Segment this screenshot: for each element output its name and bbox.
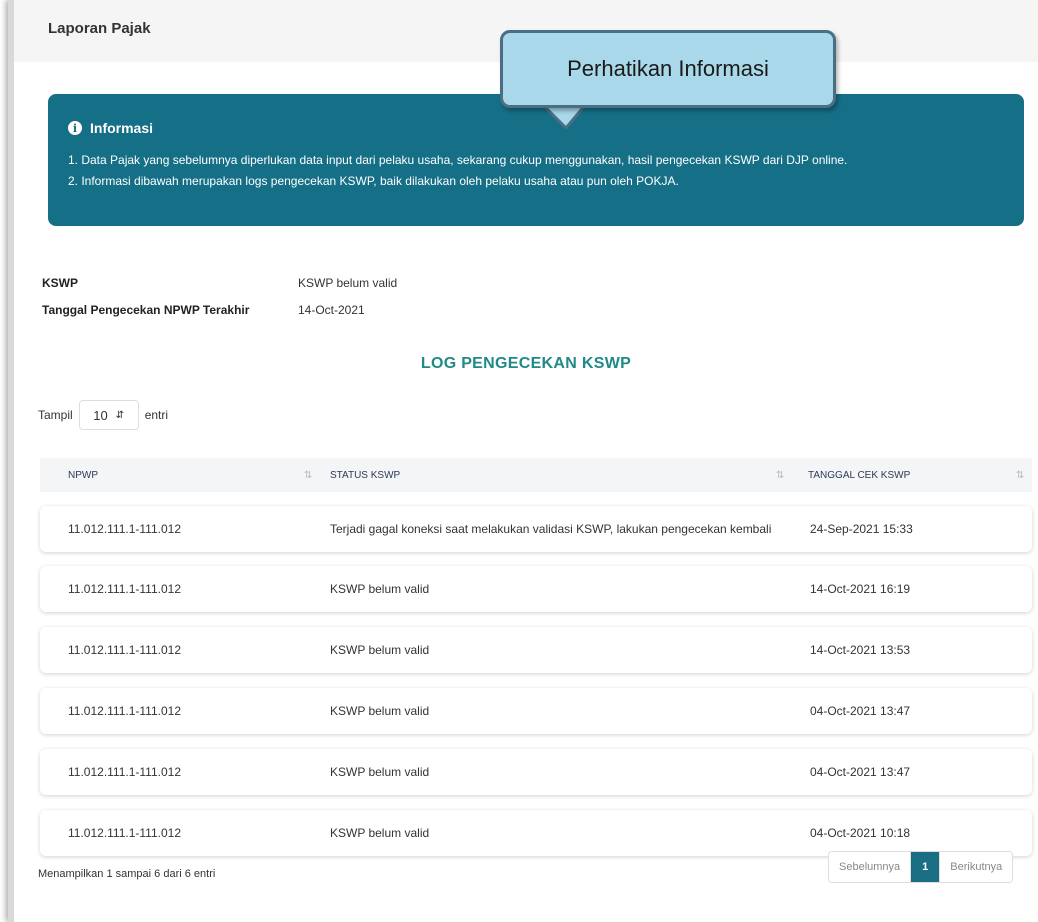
cell-status: KSWP belum valid	[330, 704, 430, 718]
detail-value: KSWP belum valid	[298, 276, 398, 290]
prev-page-button[interactable]: Sebelumnya	[829, 852, 911, 882]
cell-status: KSWP belum valid	[330, 643, 430, 657]
detail-value: 14-Oct-2021	[298, 303, 365, 317]
table-header: NPWP ⇅ STATUS KSWP ⇅ TANGGAL CEK KSWP ⇅	[40, 458, 1032, 492]
sort-icon[interactable]: ⇅	[1016, 470, 1024, 481]
cell-npwp: 11.012.111.1-111.012	[68, 522, 181, 536]
info-text: 1. Data Pajak yang sebelumnya diperlukan…	[68, 150, 847, 192]
next-page-button[interactable]: Berikutnya	[939, 852, 1013, 882]
column-header-date[interactable]: TANGGAL CEK KSWP	[808, 470, 910, 481]
info-line: 2. Informasi dibawah merupakan logs peng…	[68, 174, 679, 188]
sort-icon[interactable]: ⇅	[776, 470, 784, 481]
length-suffix: entri	[144, 408, 169, 422]
cell-npwp: 11.012.111.1-111.012	[68, 582, 181, 596]
log-title: LOG PENGECEKAN KSWP	[420, 355, 632, 372]
cell-npwp: 11.012.111.1-111.012	[68, 826, 181, 840]
cell-date: 24-Sep-2021 15:33	[810, 522, 913, 536]
length-prefix: Tampil	[38, 408, 73, 422]
entries-select[interactable]: 10 ⇵	[78, 400, 139, 430]
cell-date: 04-Oct-2021 13:47	[810, 765, 911, 779]
table-row: 11.012.111.1-111.012 KSWP belum valid 14…	[40, 627, 1032, 673]
cell-status: KSWP belum valid	[330, 826, 430, 840]
column-header-npwp[interactable]: NPWP	[68, 470, 98, 481]
table-info: Menampilkan 1 sampai 6 dari 6 entri	[38, 868, 216, 880]
cell-status: Terjadi gagal koneksi saat melakukan val…	[330, 522, 772, 536]
page-title: Laporan Pajak	[48, 20, 151, 37]
select-arrow-icon: ⇵	[115, 409, 125, 421]
cell-date: 14-Oct-2021 13:53	[810, 643, 911, 657]
cell-date: 04-Oct-2021 13:47	[810, 704, 911, 718]
entries-length-control: Tampil 10 ⇵ entri	[38, 400, 168, 430]
cell-status: KSWP belum valid	[330, 582, 430, 596]
cell-npwp: 11.012.111.1-111.012	[68, 765, 181, 779]
info-heading: i Informasi	[68, 120, 153, 136]
cell-date: 14-Oct-2021 16:19	[810, 582, 911, 596]
callout-bubble: Perhatikan Informasi	[500, 30, 836, 108]
sort-icon[interactable]: ⇅	[304, 470, 312, 481]
info-line: 1. Data Pajak yang sebelumnya diperlukan…	[68, 153, 848, 167]
detail-label: KSWP	[42, 276, 78, 290]
table-row: 11.012.111.1-111.012 KSWP belum valid 04…	[40, 810, 1032, 856]
table-row: 11.012.111.1-111.012 KSWP belum valid 04…	[40, 688, 1032, 734]
cell-npwp: 11.012.111.1-111.012	[68, 704, 181, 718]
cell-status: KSWP belum valid	[330, 765, 430, 779]
cell-npwp: 11.012.111.1-111.012	[68, 643, 181, 657]
column-header-status[interactable]: STATUS KSWP	[330, 470, 400, 481]
callout-text: Perhatikan Informasi	[567, 56, 769, 81]
table-row: 11.012.111.1-111.012 KSWP belum valid 14…	[40, 566, 1032, 612]
pagination: Sebelumnya 1 Berikutnya	[828, 851, 1014, 883]
info-heading-label: Informasi	[90, 120, 154, 136]
detail-label: Tanggal Pengecekan NPWP Terakhir	[42, 303, 250, 317]
entries-select-value: 10	[93, 407, 108, 423]
table-row: 11.012.111.1-111.012 KSWP belum valid 04…	[40, 749, 1032, 795]
table-row: 11.012.111.1-111.012 Terjadi gagal konek…	[40, 506, 1032, 552]
info-panel: i Informasi 1. Data Pajak yang sebelumny…	[48, 94, 1024, 226]
info-icon: i	[68, 121, 82, 135]
page-button-1[interactable]: 1	[910, 852, 940, 882]
cell-date: 04-Oct-2021 10:18	[810, 826, 911, 840]
